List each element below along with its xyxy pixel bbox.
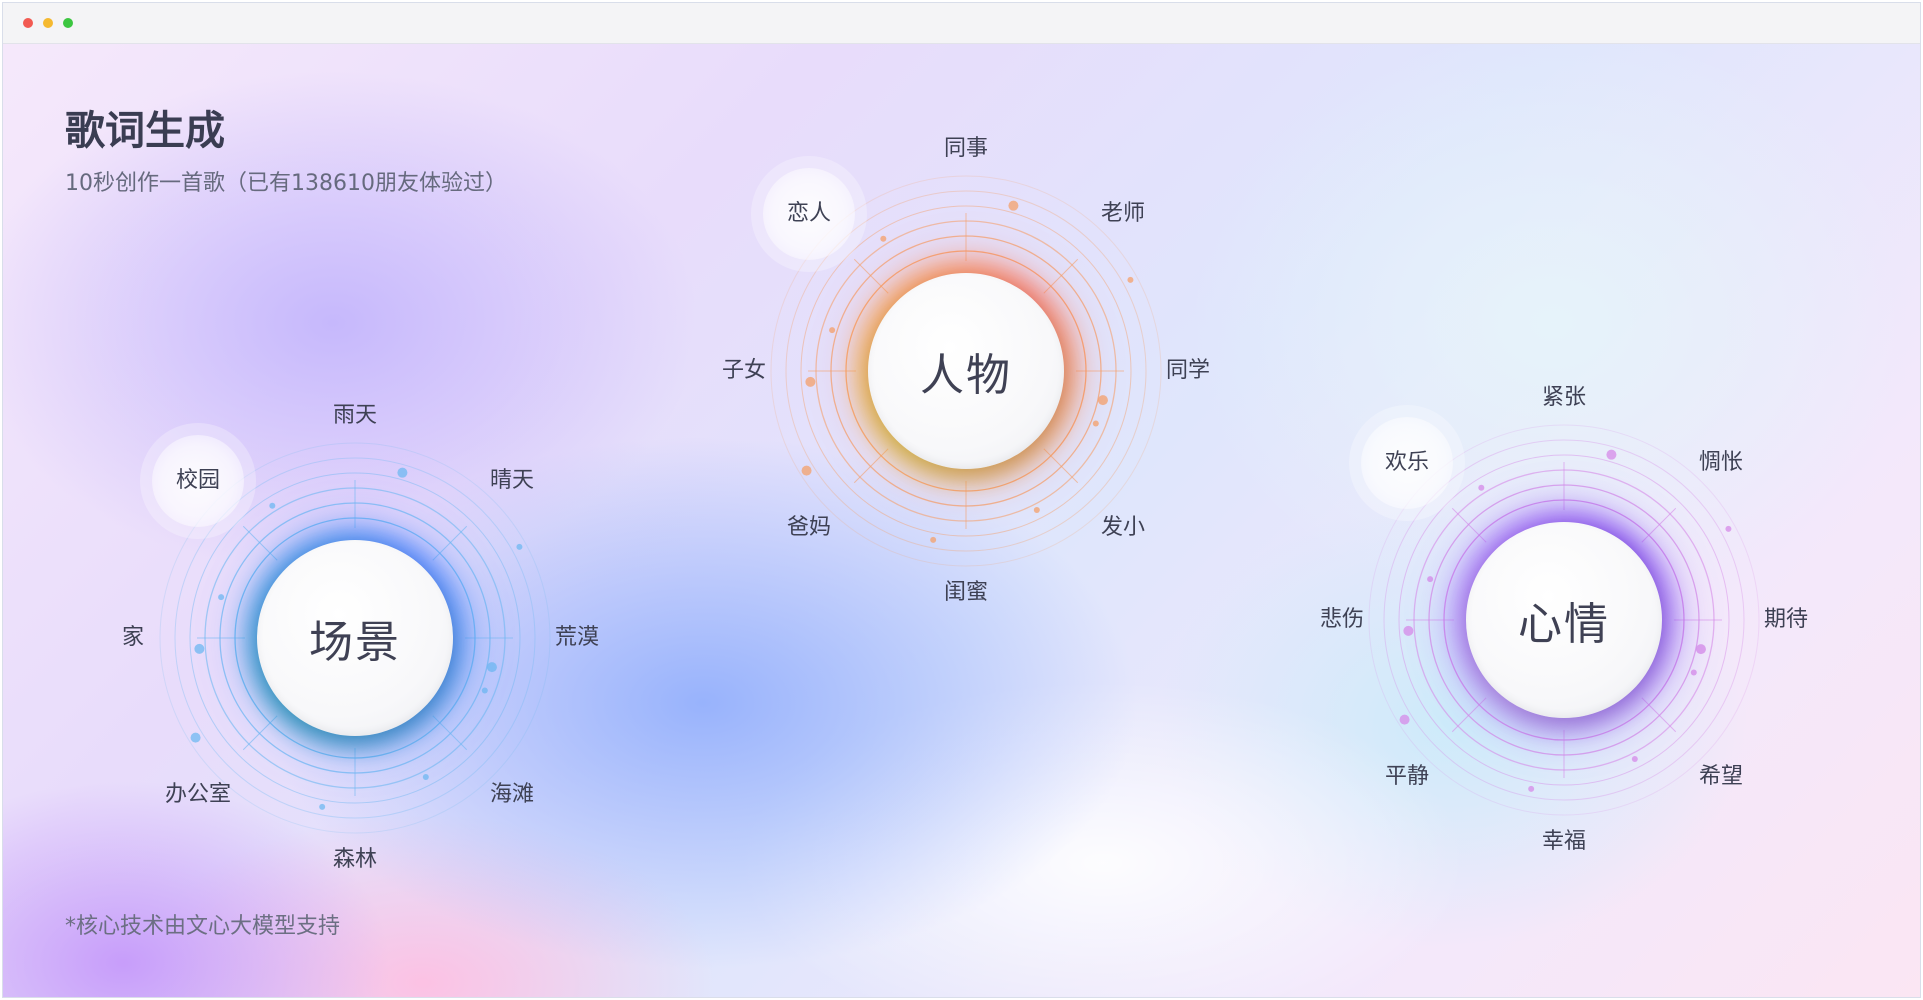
dial-particle: [829, 327, 836, 334]
person-option-colleague[interactable]: 同事: [944, 138, 988, 160]
dial-particle: [1097, 395, 1108, 406]
mood-option-melancholy[interactable]: 惆怅: [1699, 452, 1743, 474]
dial-particle: [319, 803, 326, 810]
dial-particle: [1606, 449, 1617, 460]
app-window: 歌词生成 10秒创作一首歌（已有138610朋友体验过） 场景 雨天 晴天 荒漠…: [2, 2, 1921, 998]
scene-option-desert[interactable]: 荒漠: [555, 627, 599, 649]
dial-particle: [481, 687, 488, 694]
person-option-children[interactable]: 子女: [722, 360, 766, 382]
person-option-lover[interactable]: 恋人: [763, 168, 856, 261]
mood-option-expectant[interactable]: 期待: [1764, 609, 1808, 631]
dial-particle: [1725, 525, 1732, 532]
scene-dial: 场景 雨天 晴天 荒漠 海滩 森林 办公室 家 校园: [122, 405, 599, 871]
person-dial: 人物 同事 老师 同学 发小 闺蜜 爸妈 子女 恋人: [722, 138, 1210, 604]
scene-option-rainy[interactable]: 雨天: [333, 405, 377, 427]
dial-particle: [218, 594, 225, 601]
dial-particle: [486, 662, 497, 673]
person-option-childhood-friend[interactable]: 发小: [1101, 516, 1145, 539]
person-option-bestie[interactable]: 闺蜜: [944, 582, 988, 604]
person-option-classmate[interactable]: 同学: [1166, 360, 1210, 382]
footnote: *核心技术由文心大模型支持: [65, 914, 341, 939]
dial-particle: [1427, 576, 1434, 583]
mood-option-hopeful[interactable]: 希望: [1699, 765, 1743, 788]
dial-particle: [1695, 644, 1706, 655]
dial-particle: [1127, 276, 1134, 283]
scene-option-beach[interactable]: 海滩: [490, 783, 534, 806]
dial-particle: [1528, 785, 1535, 792]
scene-option-sunny[interactable]: 晴天: [490, 470, 534, 492]
mood-option-nervous[interactable]: 紧张: [1542, 387, 1586, 409]
dial-particle: [1403, 625, 1414, 636]
dial-particle: [1008, 200, 1019, 211]
dial-particle: [801, 465, 812, 476]
scene-option-campus[interactable]: 校园: [152, 435, 245, 528]
page-subtitle: 10秒创作一首歌（已有138610朋友体验过）: [65, 171, 507, 196]
page-title: 歌词生成: [65, 108, 225, 154]
minimize-window-button[interactable]: [43, 18, 53, 28]
person-option-teacher[interactable]: 老师: [1101, 203, 1145, 225]
person-center-button[interactable]: 人物: [868, 273, 1064, 469]
dial-particle: [805, 376, 816, 387]
dial-particle: [422, 773, 429, 780]
dial-particle: [516, 543, 523, 550]
dial-particle: [1690, 669, 1697, 676]
scene-option-forest[interactable]: 森林: [333, 849, 377, 871]
scene-center-button[interactable]: 场景: [257, 540, 453, 736]
dial-particle: [1092, 420, 1099, 427]
scene-option-home[interactable]: 家: [122, 627, 144, 649]
mood-center-button[interactable]: 心情: [1466, 522, 1662, 718]
dial-particle: [1631, 755, 1638, 762]
close-window-button[interactable]: [23, 18, 33, 28]
mood-option-happy[interactable]: 幸福: [1542, 831, 1586, 853]
dial-particle: [1033, 506, 1040, 513]
dial-particle: [930, 536, 937, 543]
dial-particle: [1478, 484, 1485, 491]
dial-particle: [269, 502, 276, 509]
mood-dial: 心情 紧张 惆怅 期待 希望 幸福 平静 悲伤 欢乐: [1320, 387, 1808, 853]
person-option-parents[interactable]: 爸妈: [787, 516, 831, 539]
dial-particle: [1399, 714, 1410, 725]
maximize-window-button[interactable]: [63, 18, 73, 28]
scene-option-office[interactable]: 办公室: [165, 783, 231, 806]
dial-particle: [397, 467, 408, 478]
mood-option-sad[interactable]: 悲伤: [1320, 609, 1364, 631]
mood-option-joyful[interactable]: 欢乐: [1361, 417, 1454, 510]
window-titlebar: [3, 3, 1920, 44]
dial-particle: [880, 235, 887, 242]
mood-option-calm[interactable]: 平静: [1385, 765, 1429, 788]
dial-particle: [194, 643, 205, 654]
dial-particle: [190, 732, 201, 743]
